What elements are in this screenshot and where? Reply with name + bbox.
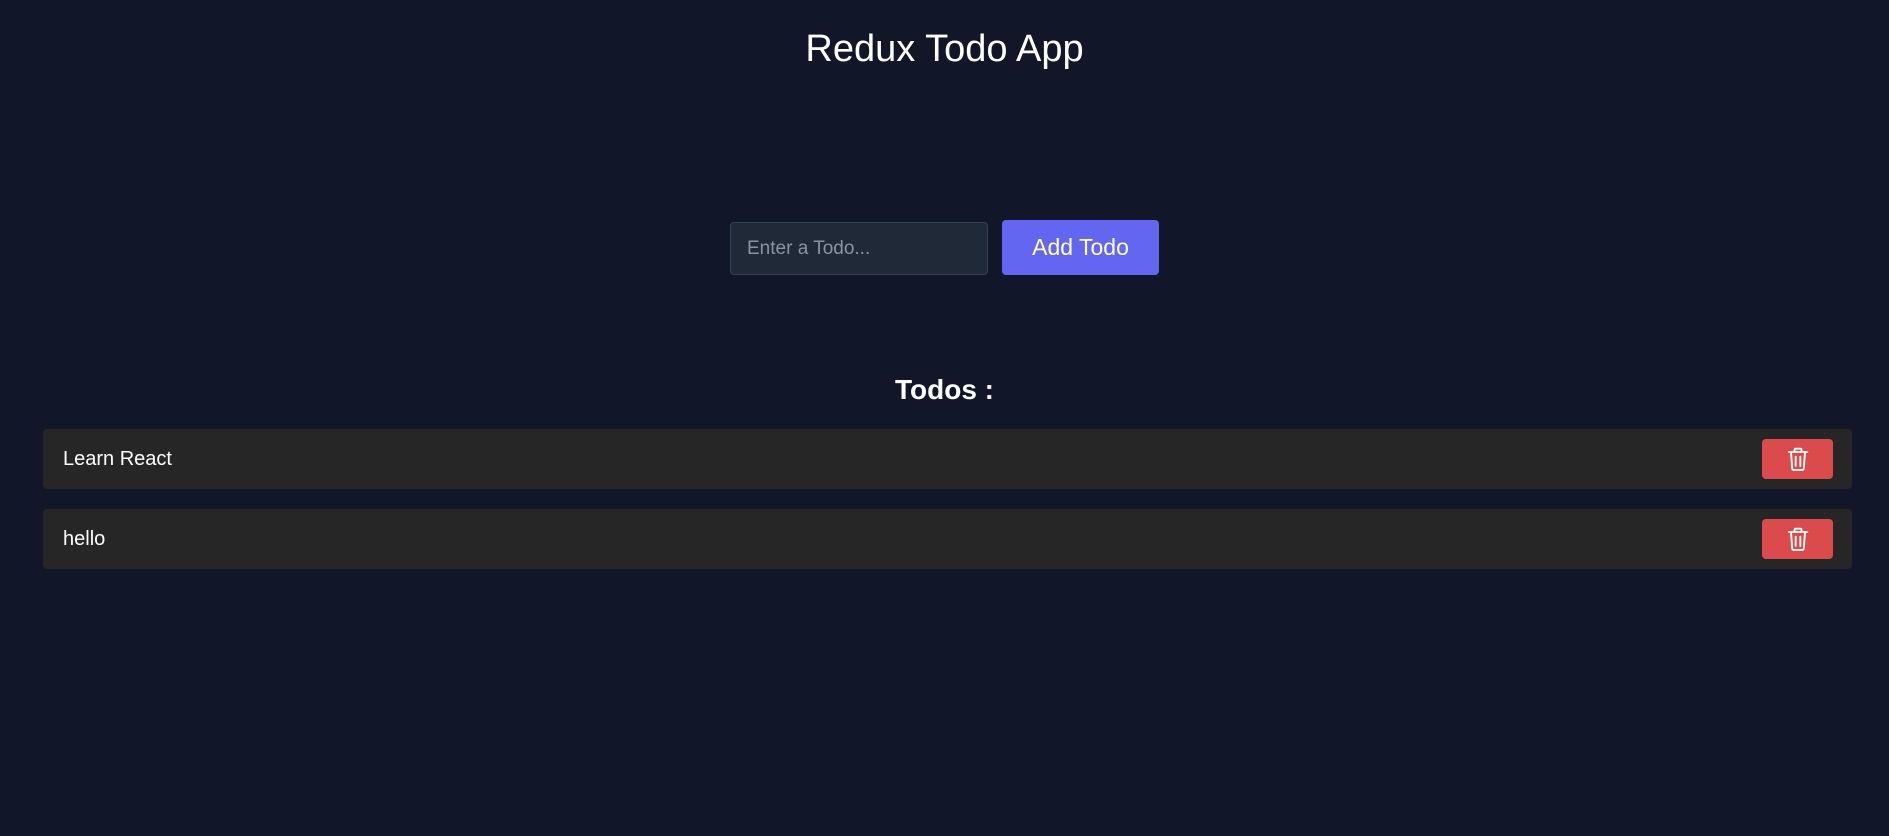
trash-icon (1784, 445, 1812, 473)
add-todo-button[interactable]: Add Todo (1002, 220, 1159, 275)
todos-heading: Todos : (894, 374, 994, 405)
delete-todo-button[interactable] (1762, 439, 1833, 479)
todo-list: Learn React hello (43, 429, 1852, 589)
delete-todo-button[interactable] (1762, 519, 1833, 559)
todo-text: Learn React (63, 447, 172, 470)
trash-icon (1784, 525, 1812, 553)
todo-item: hello (43, 509, 1852, 569)
todo-item: Learn React (43, 429, 1852, 489)
todo-input[interactable] (730, 222, 988, 275)
add-todo-form: Add Todo (0, 220, 1889, 276)
todo-text: hello (63, 527, 106, 550)
page-title: Redux Todo App (805, 28, 1084, 70)
